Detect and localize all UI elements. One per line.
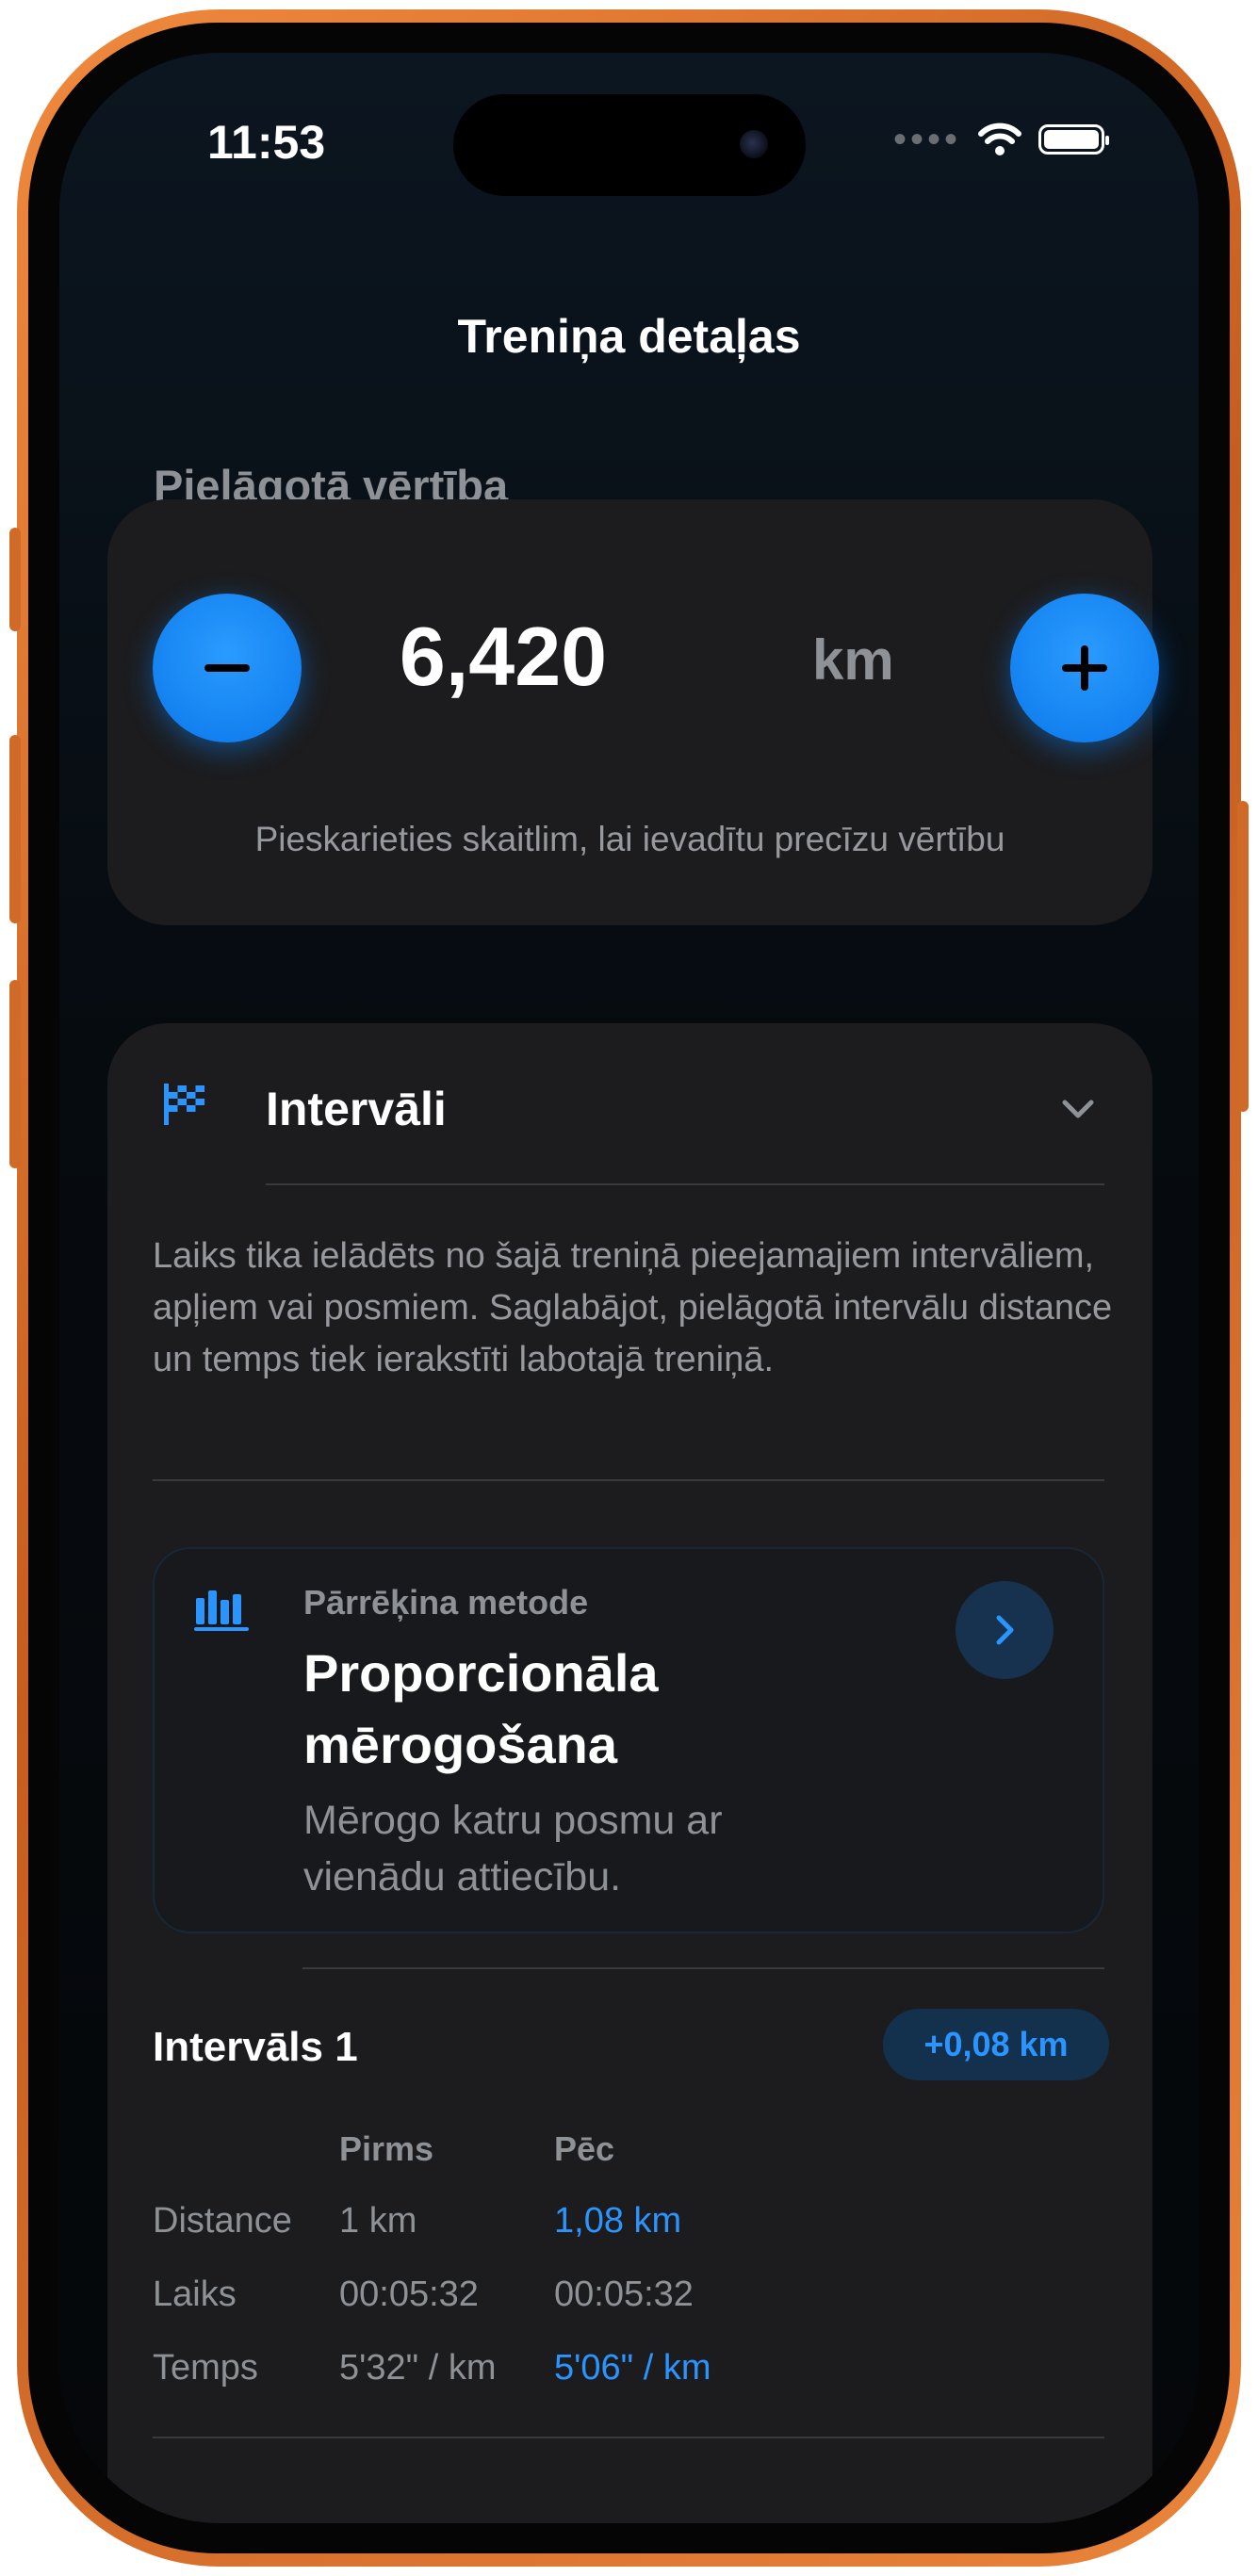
minus-icon: [204, 664, 250, 672]
row-label-distance: Distance: [153, 2201, 292, 2241]
chevron-down-icon[interactable]: [1059, 1097, 1097, 1121]
bar-chart-icon: [194, 1590, 249, 1631]
volume-down-button: [9, 980, 21, 1168]
row-label-pace: Temps: [153, 2348, 258, 2388]
plus-icon: [1062, 645, 1107, 691]
method-title: Proporcionāla mērogošana: [303, 1643, 659, 1774]
time-before: 00:05:32: [339, 2274, 479, 2314]
screen: 11:53 •••• Treniņa detaļas Pielāgotā vēr…: [59, 53, 1199, 2523]
method-description: Mērogo katru posmu ar vienādu attiecību.: [303, 1798, 723, 1899]
distance-after: 1,08 km: [554, 2201, 682, 2241]
intervals-description: Laiks tika ielādēts no šajā treniņā piee…: [153, 1236, 1113, 1379]
method-divider: [302, 1967, 1104, 1969]
decrement-button[interactable]: [153, 594, 302, 742]
column-header-after: Pēc: [554, 2129, 615, 2168]
column-header-before: Pirms: [339, 2129, 434, 2168]
checkered-flag-icon: [164, 1084, 204, 1125]
chevron-right-icon: [996, 1615, 1014, 1645]
method-select-button[interactable]: [956, 1581, 1054, 1679]
pace-before: 5'32" / km: [339, 2348, 497, 2388]
battery-icon: [1038, 124, 1109, 155]
time-after: 00:05:32: [554, 2274, 694, 2314]
interval-delta-badge: +0,08 km: [883, 2009, 1109, 2080]
adjusted-value-card: 6,420 km Pieskarieties skaitlim, lai iev…: [107, 499, 1159, 925]
page-title: Treniņa detaļas: [457, 310, 801, 363]
status-time: 11:53: [207, 116, 326, 169]
distance-before: 1 km: [339, 2201, 417, 2241]
intervals-title[interactable]: Intervāli: [266, 1082, 447, 1136]
value-display[interactable]: 6,420: [334, 609, 673, 705]
wifi-icon: [978, 122, 1021, 155]
interval-divider: [153, 2437, 1104, 2438]
pace-after: 5'06" / km: [554, 2348, 711, 2388]
row-label-time: Laiks: [153, 2274, 237, 2314]
method-label: Pārrēķina metode: [303, 1583, 589, 1622]
action-button: [9, 528, 21, 631]
intervals-card: Intervāli Laiks tika ielādēts no šajā tr…: [107, 1023, 1152, 2523]
description-divider: [153, 1479, 1104, 1481]
camera-icon: [740, 130, 768, 158]
unit-label: km: [812, 628, 894, 692]
value-hint: Pieskarieties skaitlim, lai ievadītu pre…: [254, 820, 1005, 858]
signal-dots-icon: ••••: [892, 119, 961, 160]
power-button: [1237, 801, 1249, 1112]
increment-button[interactable]: [1010, 594, 1159, 742]
interval-title: Intervāls 1: [153, 2024, 358, 2070]
status-icons: ••••: [892, 119, 1109, 160]
intervals-header-divider: [266, 1183, 1104, 1185]
recalculation-method-card[interactable]: Pārrēķina metode Proporcionāla mērogošan…: [153, 1547, 1104, 1933]
volume-up-button: [9, 735, 21, 923]
dynamic-island: [453, 94, 806, 196]
